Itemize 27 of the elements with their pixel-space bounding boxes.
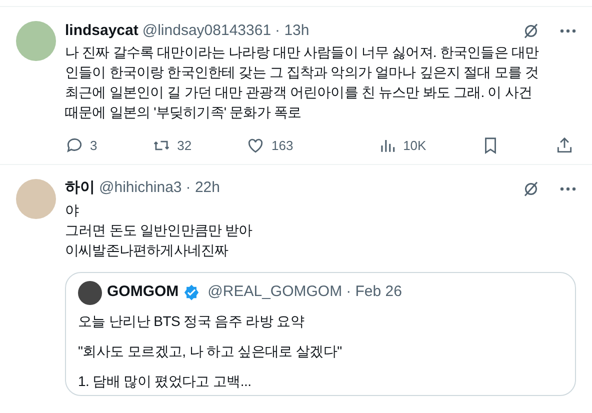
action-count: 3 bbox=[90, 137, 98, 155]
post-time[interactable]: · 22h bbox=[186, 177, 220, 200]
share-icon[interactable] bbox=[555, 136, 574, 156]
user-handle[interactable]: @lindsay08143361 bbox=[142, 20, 272, 42]
more-icon[interactable] bbox=[560, 29, 576, 33]
display-name[interactable]: lindsaycat bbox=[65, 20, 138, 42]
post-text: 나 진짜 갈수록 대만이라는 나라랑 대만 사람들이 너무 싫어져. 한국인들은 대만 인들이 한국이랑 한국인한테 갖는 그 집착과 악의가 얼마나 깊은지 절대 모를 것 최근에 일본인이 길 가던 대만 관광객 어린아이를 친 뉴스만 봐도 그래. 이 사건 때문에 일본의 '부딪히기족' 문화가 폭로 bbox=[65, 43, 540, 122]
more-icon[interactable] bbox=[560, 186, 576, 190]
post-text: 야 그러면 돈도 일반인만큼만 받아 이씨발존나편하게사네진짜 bbox=[65, 200, 254, 260]
slashed-circle-icon[interactable] bbox=[522, 180, 540, 198]
display-name: GOMGOM bbox=[107, 282, 179, 302]
quoted-text: "회사도 모르겠고, 나 하고 싶은대로 살겠다" bbox=[78, 342, 343, 360]
heart-icon[interactable] bbox=[246, 136, 266, 156]
user-handle[interactable]: @hihichina3 bbox=[99, 177, 182, 200]
post-time: · Feb 26 bbox=[346, 282, 402, 302]
display-name[interactable]: 하이 bbox=[65, 177, 95, 200]
slashed-circle-icon[interactable] bbox=[522, 22, 540, 40]
avatar[interactable] bbox=[78, 280, 102, 304]
action-count: 163 bbox=[271, 137, 294, 155]
quoted-post-card[interactable]: GOMGOM @REAL_GOMGOM · Feb 26 오늘 난리난 BTS 정국 음주 라방 요약 "회사도 모르겠고, 나 하고 싶은대로 살겠다" 1. 담배 많이 폈었다고 고백... bbox=[65, 272, 576, 396]
reply-icon[interactable] bbox=[65, 136, 84, 156]
user-handle: @REAL_GOMGOM bbox=[208, 282, 342, 302]
quoted-text: 1. 담배 많이 폈었다고 고백... bbox=[78, 372, 252, 390]
action-count: 10K bbox=[403, 137, 426, 155]
quoted-text: 오늘 난리난 BTS 정국 음주 라방 요약 bbox=[78, 312, 306, 330]
action-count: 32 bbox=[177, 137, 192, 155]
post-time[interactable]: · 13h bbox=[275, 20, 310, 42]
